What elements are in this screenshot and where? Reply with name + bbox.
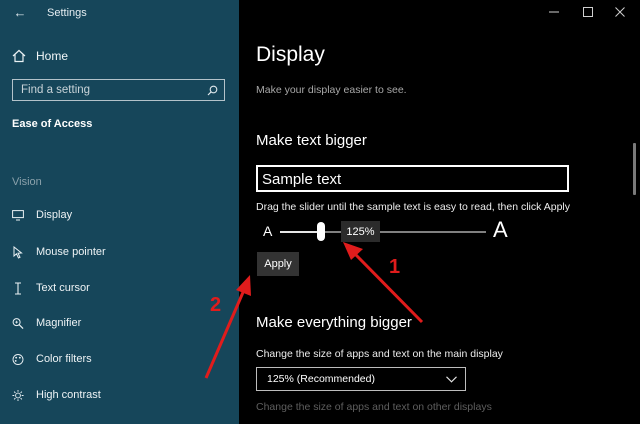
annotation-overlay bbox=[204, 242, 424, 379]
annotation-arrow-1 bbox=[343, 242, 424, 324]
annotation-label-1: 1 bbox=[389, 256, 401, 278]
annotation-arrow-2 bbox=[204, 275, 251, 379]
annotation-label-2: 2 bbox=[210, 294, 222, 316]
